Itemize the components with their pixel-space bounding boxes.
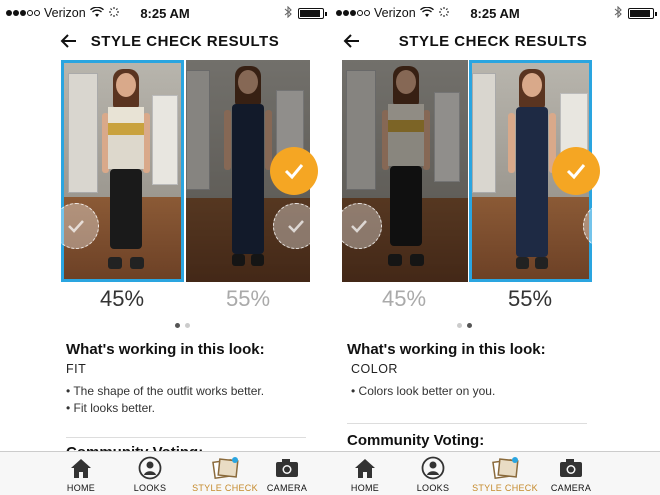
screen-left: Verizon 8:25 AM STYLE CHECK RESULTS 45% … (0, 0, 330, 495)
vote-circle-a[interactable] (53, 203, 99, 249)
divider (347, 423, 587, 424)
feedback-list: The shape of the outfit works better. Fi… (66, 383, 264, 417)
tab-bar: HOME LOOKS STYLE CHECK CAMERA (330, 451, 660, 495)
tab-looks[interactable]: LOOKS (400, 456, 466, 493)
tab-looks[interactable]: LOOKS (117, 456, 183, 493)
bluetooth-icon (614, 5, 622, 20)
page-indicator[interactable] (175, 323, 190, 328)
status-bar: Verizon 8:25 AM (0, 5, 330, 24)
status-right (284, 5, 327, 20)
bluetooth-icon (284, 5, 292, 20)
status-right (614, 5, 657, 20)
vote-circle-a[interactable] (336, 203, 382, 249)
page-indicator[interactable] (457, 323, 472, 328)
percent-b: 55% (225, 286, 271, 311)
community-voting-title: Community Voting: (347, 432, 485, 449)
status-time: 8:25 AM (140, 6, 190, 21)
looks-icon (400, 456, 466, 480)
battery-icon (298, 7, 327, 19)
list-item: Fit looks better. (66, 400, 264, 417)
category-tag: FIT (66, 362, 87, 376)
section-title: What's working in this look: (347, 341, 546, 358)
percent-b: 55% (507, 286, 553, 311)
header: STYLE CHECK RESULTS (330, 30, 660, 54)
list-item: Colors look better on you. (351, 383, 496, 400)
vote-circle-b[interactable] (273, 203, 319, 249)
home-icon (48, 456, 114, 480)
status-bar: Verizon 8:25 AM (330, 5, 660, 24)
vote-circle-b[interactable] (583, 203, 629, 249)
style-check-icon (192, 456, 258, 480)
feedback-list: Colors look better on you. (351, 383, 496, 400)
home-icon (332, 456, 398, 480)
tab-style-check[interactable]: STYLE CHECK (192, 456, 258, 493)
tab-camera[interactable]: CAMERA (254, 456, 320, 493)
looks-icon (117, 456, 183, 480)
battery-icon (628, 7, 657, 19)
style-check-icon (472, 456, 538, 480)
tab-home[interactable]: HOME (332, 456, 398, 493)
winner-check-icon[interactable] (552, 147, 600, 195)
page-title: STYLE CHECK RESULTS (398, 33, 588, 50)
category-tag: COLOR (351, 362, 398, 376)
percent-a: 45% (99, 286, 145, 311)
tab-bar: HOME LOOKS STYLE CHECK CAMERA (0, 451, 330, 495)
divider (66, 437, 306, 438)
winner-check-icon[interactable] (270, 147, 318, 195)
header: STYLE CHECK RESULTS (0, 30, 330, 54)
camera-icon (538, 456, 604, 480)
screen-right: Verizon 8:25 AM STYLE CHECK RESULTS 45% … (330, 0, 660, 495)
camera-icon (254, 456, 320, 480)
section-title: What's working in this look: (66, 341, 265, 358)
tab-style-check[interactable]: STYLE CHECK (472, 456, 538, 493)
tab-home[interactable]: HOME (48, 456, 114, 493)
status-time: 8:25 AM (470, 6, 520, 21)
tab-camera[interactable]: CAMERA (538, 456, 604, 493)
list-item: The shape of the outfit works better. (66, 383, 264, 400)
percent-a: 45% (381, 286, 427, 311)
page-title: STYLE CHECK RESULTS (90, 33, 280, 50)
